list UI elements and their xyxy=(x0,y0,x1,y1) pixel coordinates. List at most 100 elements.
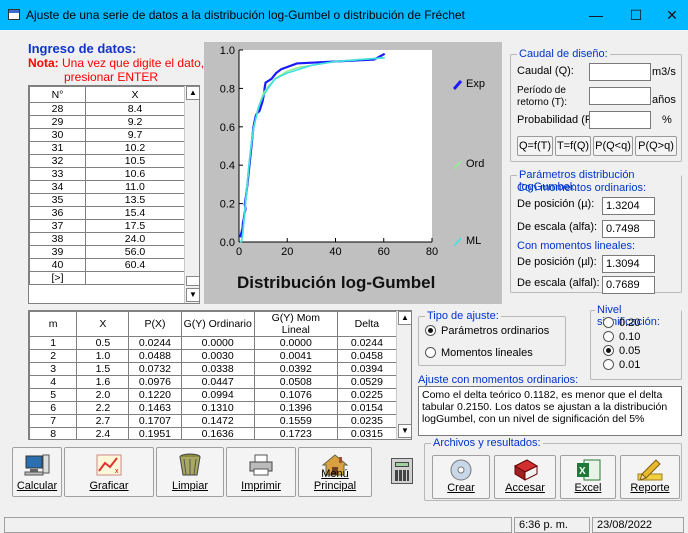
res-table-row[interactable]: 7 2.7 0.1707 0.1472 0.1559 0.0235 xyxy=(29,414,398,428)
res-cell[interactable]: 2.2 xyxy=(76,401,130,415)
t-of-q-button[interactable]: T=f(Q) xyxy=(555,136,591,156)
ingreso-row[interactable]: 38 24.0 xyxy=(29,232,185,246)
radio-dot-icon[interactable] xyxy=(603,345,614,356)
res-cell[interactable]: 0.0392 xyxy=(253,362,338,376)
ingreso-n-cell[interactable]: 35 xyxy=(29,193,86,207)
ingreso-x-cell[interactable]: 24.0 xyxy=(85,232,185,246)
imprimir-button[interactable]: Imprimir xyxy=(226,447,296,497)
calculator-icon[interactable] xyxy=(391,458,413,484)
res-cell[interactable]: 0.0000 xyxy=(180,336,255,350)
res-cell[interactable]: 3 xyxy=(29,362,78,376)
ingreso-n-cell[interactable]: 28 xyxy=(29,102,86,116)
ingreso-scrollbar[interactable]: ▲ ▼ xyxy=(184,86,199,303)
ingreso-n-cell[interactable]: 29 xyxy=(29,115,86,129)
ingreso-n-cell[interactable]: 39 xyxy=(29,245,86,259)
ingreso-x-cell[interactable]: 10.2 xyxy=(85,141,185,155)
resultados-scrollbar[interactable]: ▲ ▼ xyxy=(396,311,411,439)
res-cell[interactable]: 1.0 xyxy=(76,349,130,363)
ingreso-row[interactable]: 29 9.2 xyxy=(29,115,185,129)
crear-button[interactable]: Crear xyxy=(432,455,490,499)
res-cell[interactable]: 0.0458 xyxy=(336,349,398,363)
res-cell[interactable]: 0.1220 xyxy=(128,388,182,402)
ingreso-n-cell[interactable]: 37 xyxy=(29,219,86,233)
scroll-thumb[interactable] xyxy=(186,276,199,286)
ajuste-text[interactable]: Como el delta teórico 0.1182, es menor q… xyxy=(418,386,682,436)
res-cell[interactable]: 0.0732 xyxy=(128,362,182,376)
p-less-button[interactable]: P(Q<q) xyxy=(593,136,633,156)
res-cell[interactable]: 1 xyxy=(29,336,78,350)
q-of-t-button[interactable]: Q=f(T) xyxy=(517,136,553,156)
res-cell[interactable]: 0.1723 xyxy=(253,427,338,439)
ingreso-row[interactable]: 33 10.6 xyxy=(29,167,185,181)
res-cell[interactable]: 2.4 xyxy=(76,427,130,439)
res-table-row[interactable]: 1 0.5 0.0244 0.0000 0.0000 0.0244 xyxy=(29,336,398,350)
ingreso-n-cell[interactable]: 32 xyxy=(29,154,86,168)
ingreso-n-cell[interactable]: 31 xyxy=(29,141,86,155)
ingreso-x-cell[interactable]: 15.4 xyxy=(85,206,185,220)
ingreso-row[interactable]: 37 17.5 xyxy=(29,219,185,233)
res-cell[interactable]: 0.1076 xyxy=(253,388,338,402)
ingreso-n-cell[interactable]: [>] xyxy=(29,271,86,285)
ingreso-x-cell[interactable]: 9.7 xyxy=(85,128,185,142)
res-cell[interactable]: 1.6 xyxy=(76,375,130,389)
ingreso-x-cell[interactable]: 10.6 xyxy=(85,167,185,181)
ingreso-grid[interactable]: N° X 28 8.4 29 9.2 30 9.7 31 10.2 32 10.5 33 10.6 34 1… xyxy=(28,85,200,304)
ingreso-row[interactable]: 35 13.5 xyxy=(29,193,185,207)
res-cell[interactable]: 6 xyxy=(29,401,78,415)
res-cell[interactable]: 1.5 xyxy=(76,362,130,376)
probabilidad-input[interactable] xyxy=(589,111,651,129)
ingreso-x-cell[interactable]: 9.2 xyxy=(85,115,185,129)
nivel-radio-option[interactable]: 0.05 xyxy=(603,345,640,357)
ingreso-n-cell[interactable]: 36 xyxy=(29,206,86,220)
radio-dot-icon[interactable] xyxy=(603,317,614,328)
radio-parametros-ordinarios[interactable]: Parámetros ordinarios xyxy=(425,325,549,337)
graficar-button[interactable]: x Graficar xyxy=(64,447,154,497)
scroll-up-icon[interactable]: ▲ xyxy=(186,86,199,100)
res-cell[interactable]: 0.0000 xyxy=(253,336,338,350)
ingreso-x-cell[interactable] xyxy=(85,271,185,285)
res-cell[interactable]: 0.1951 xyxy=(128,427,182,439)
ingreso-row[interactable]: 28 8.4 xyxy=(29,102,185,116)
periodo-input[interactable] xyxy=(589,87,651,105)
ingreso-x-cell[interactable]: 11.0 xyxy=(85,180,185,194)
menu-principal-button[interactable]: Menú Principal xyxy=(298,447,372,497)
res-cell[interactable]: 0.1463 xyxy=(128,401,182,415)
ingreso-n-cell[interactable]: 33 xyxy=(29,167,86,181)
res-table-row[interactable]: 3 1.5 0.0732 0.0338 0.0392 0.0394 xyxy=(29,362,398,376)
res-scroll-down-icon[interactable]: ▼ xyxy=(398,424,411,438)
ingreso-x-cell[interactable]: 56.0 xyxy=(85,245,185,259)
res-cell[interactable]: 0.0508 xyxy=(253,375,338,389)
pos-value[interactable]: 1.3204 xyxy=(602,197,655,215)
res-cell[interactable]: 0.0030 xyxy=(180,349,255,363)
res-cell[interactable]: 4 xyxy=(29,375,78,389)
res-table-row[interactable]: 4 1.6 0.0976 0.0447 0.0508 0.0529 xyxy=(29,375,398,389)
ingreso-n-cell[interactable]: 38 xyxy=(29,232,86,246)
res-cell[interactable]: 0.1559 xyxy=(253,414,338,428)
ingreso-row[interactable]: 31 10.2 xyxy=(29,141,185,155)
radio-dot-icon[interactable] xyxy=(603,359,614,370)
res-cell[interactable]: 5 xyxy=(29,388,78,402)
ingreso-x-cell[interactable]: 17.5 xyxy=(85,219,185,233)
res-cell[interactable]: 0.0041 xyxy=(253,349,338,363)
ingreso-row[interactable]: 40 60.4 xyxy=(29,258,185,272)
res-cell[interactable]: 2 xyxy=(29,349,78,363)
nivel-radio-option[interactable]: 0.20 xyxy=(603,317,640,329)
p-greater-button[interactable]: P(Q>q) xyxy=(635,136,677,156)
res-cell[interactable]: 0.0447 xyxy=(180,375,255,389)
resultados-grid[interactable]: m X P(X) G(Y) Ordinario G(Y) Mom Lineal Delta… xyxy=(28,310,412,440)
caudal-q-input[interactable] xyxy=(589,63,651,81)
res-cell[interactable]: 0.1310 xyxy=(180,401,255,415)
res-scroll-up-icon[interactable]: ▲ xyxy=(398,311,411,325)
close-button[interactable]: ✕ xyxy=(662,6,682,24)
calcular-button[interactable]: Calcular xyxy=(12,447,62,497)
res-cell[interactable]: 0.1396 xyxy=(253,401,338,415)
res-cell[interactable]: 7 xyxy=(29,414,78,428)
res-cell[interactable]: 0.1472 xyxy=(180,414,255,428)
esc-value[interactable]: 0.7498 xyxy=(602,220,655,238)
res-cell[interactable]: 2.7 xyxy=(76,414,130,428)
reporte-button[interactable]: Reporte xyxy=(620,455,680,499)
ingreso-x-cell[interactable]: 8.4 xyxy=(85,102,185,116)
ingreso-row[interactable]: 30 9.7 xyxy=(29,128,185,142)
res-cell[interactable]: 0.1636 xyxy=(180,427,255,439)
res-cell[interactable]: 0.0338 xyxy=(180,362,255,376)
